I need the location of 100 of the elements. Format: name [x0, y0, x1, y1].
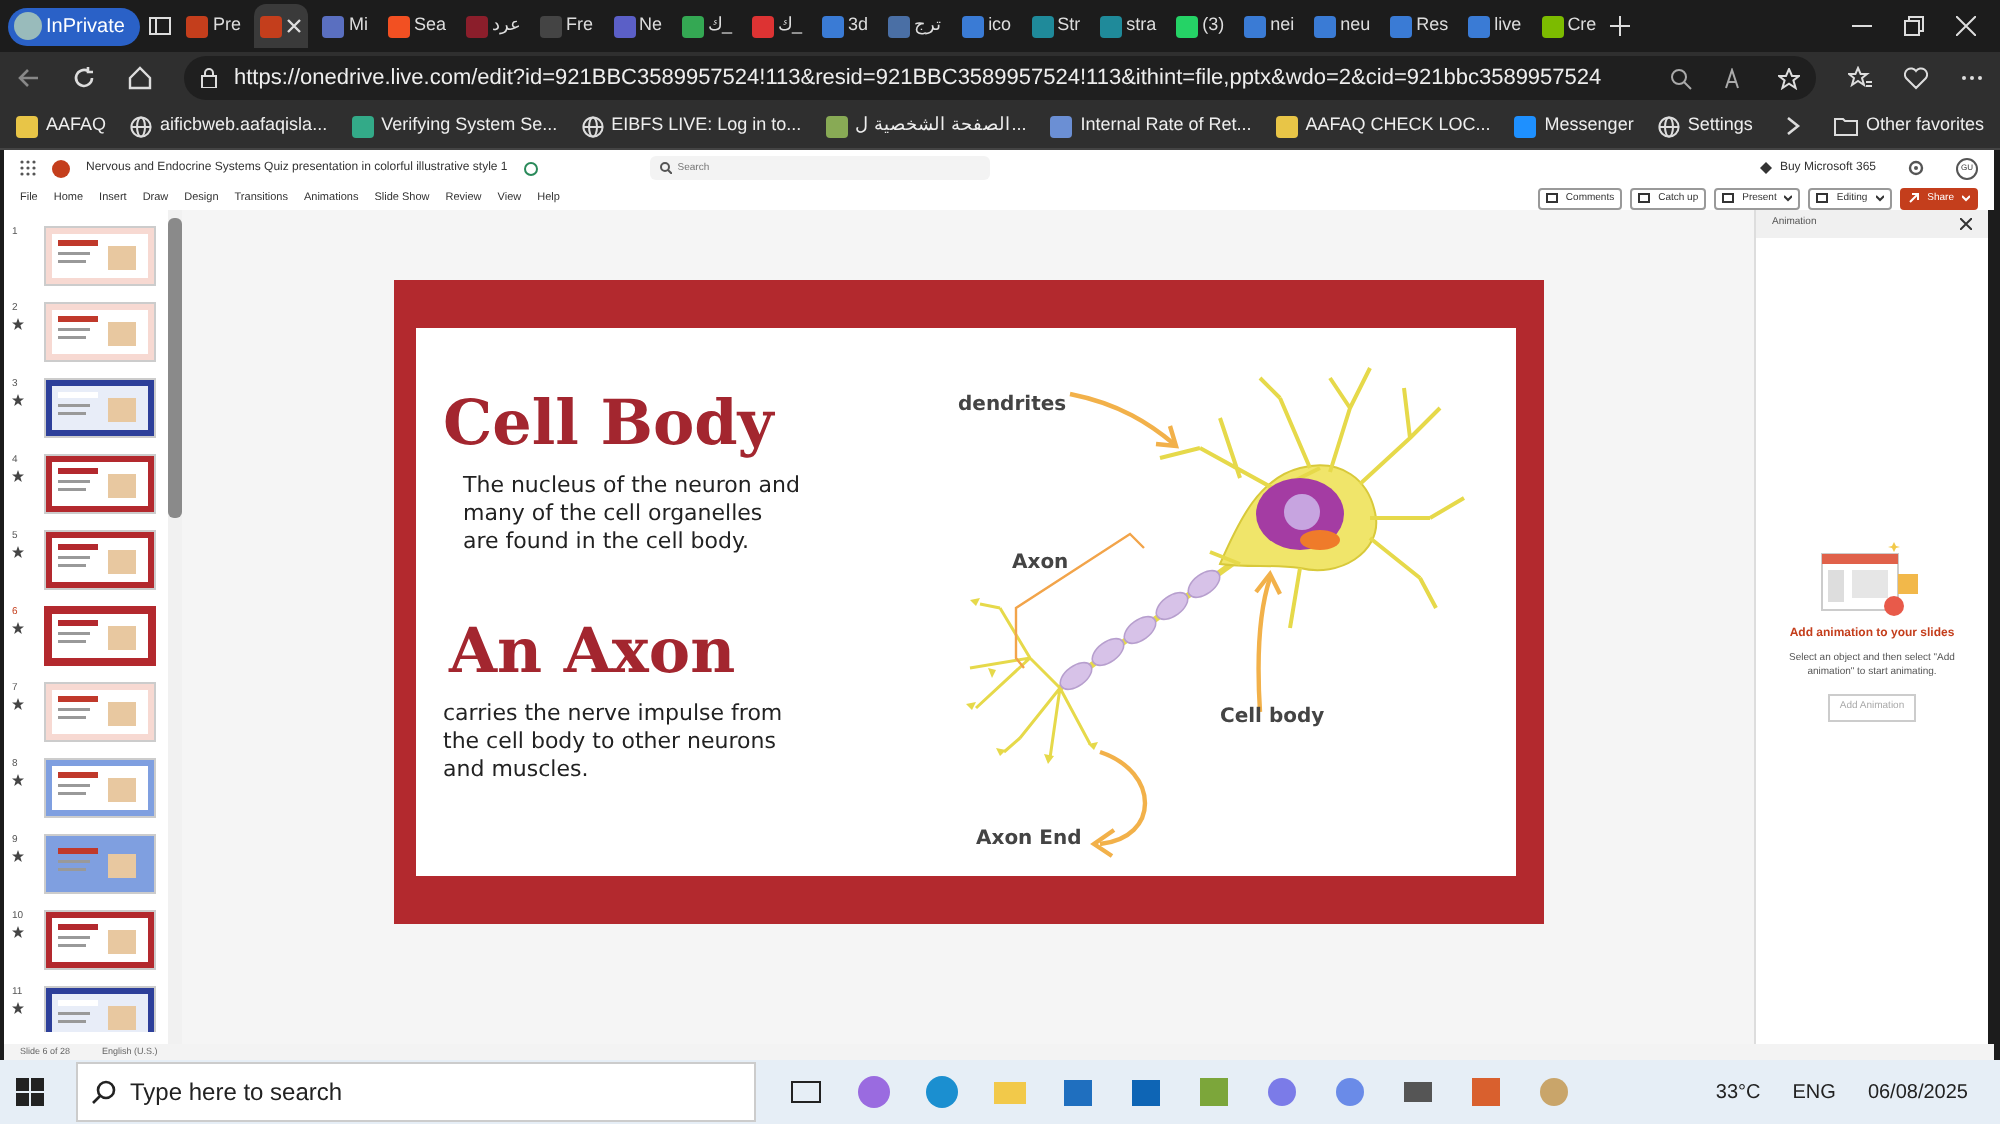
favorite-link[interactable]: Internal Rate of Ret...: [1050, 112, 1252, 140]
settings-icon[interactable]: [1908, 160, 1924, 176]
input-language[interactable]: ENG: [1792, 1077, 1836, 1107]
favicon-icon: [1100, 15, 1123, 37]
diagram-label: Axon End: [975, 827, 1081, 849]
favicon-icon: [1050, 115, 1073, 137]
pointer-arrow: [1089, 748, 1146, 857]
share-icon: [1907, 192, 1920, 204]
favicon-icon: [540, 15, 562, 37]
browser-tab[interactable]: Pre: [180, 4, 247, 48]
browser-tab[interactable]: ترج: [882, 4, 949, 48]
favorites-icon[interactable]: [1848, 66, 1872, 90]
search-icon: [659, 162, 672, 174]
favicon-icon: [613, 15, 635, 37]
favicon-icon: [1031, 15, 1054, 37]
diamond-icon: [1759, 162, 1772, 174]
profile-button[interactable]: InPrivate: [8, 7, 141, 45]
back-icon[interactable]: [16, 66, 40, 90]
taskbar-search-field[interactable]: Type here to search: [76, 1062, 756, 1122]
browser-tab[interactable]: 3d: [816, 4, 875, 48]
app-icon[interactable]: [1468, 1074, 1504, 1110]
favorite-link[interactable]: Settings: [1657, 112, 1753, 140]
favicon-icon: [1468, 15, 1491, 37]
favicon-icon: [825, 115, 848, 137]
browser-tab[interactable]: Res: [1384, 4, 1455, 48]
caret-icon: [1962, 194, 1970, 202]
favicon-icon: [16, 115, 38, 137]
favorite-link[interactable]: AAFAQ: [16, 112, 107, 140]
chevron-right-icon[interactable]: [1785, 116, 1802, 136]
bracket-line: [1013, 531, 1144, 668]
slide-thumbnail[interactable]: [44, 606, 156, 666]
scrollbar-thumb[interactable]: [168, 218, 182, 518]
favicon-icon: [322, 15, 345, 37]
favicon-icon: [888, 15, 911, 37]
favicon-icon: [962, 15, 985, 37]
slide-paragraph: The nucleus of the neuron and many of the cell organelles are found in the cell body.: [463, 471, 803, 555]
browser-tab[interactable]: Mi: [316, 4, 374, 48]
favorite-link[interactable]: الصفحة الشخصية ل...: [825, 112, 1027, 140]
favicon-icon: [682, 15, 705, 37]
favicon-icon: [1275, 115, 1298, 137]
clock-date[interactable]: 06/08/2025: [1867, 1077, 1968, 1107]
browser-tab[interactable]: ك_: [676, 4, 739, 48]
zoom-icon[interactable]: [1670, 67, 1692, 89]
globe-icon: [130, 115, 153, 137]
toolbar-icon: [1722, 192, 1735, 204]
browser-tab[interactable]: live: [1462, 4, 1528, 48]
favicon-icon: [752, 15, 775, 37]
app-icon[interactable]: [1264, 1074, 1300, 1110]
browser-tab[interactable]: stra: [1094, 4, 1163, 48]
app-launcher-icon[interactable]: [20, 160, 36, 176]
new-tab-icon[interactable]: [1610, 16, 1631, 36]
favicon-icon: [1314, 15, 1337, 37]
windows-logo-icon[interactable]: [16, 1078, 44, 1106]
home-icon[interactable]: [128, 66, 152, 90]
diagram-label: Axon: [1011, 551, 1068, 573]
slide-paragraph: carries the nerve impulse from the cell body to other neurons and muscles.: [443, 699, 785, 783]
favorite-link[interactable]: AAFAQ CHECK LOC...: [1275, 112, 1491, 140]
browser-tab[interactable]: neu: [1308, 4, 1377, 48]
caret-icon: [1875, 194, 1884, 202]
slide-heading: Cell Body: [443, 387, 777, 459]
toolbar-icon: [1545, 192, 1558, 204]
pointer-arrow: [1068, 390, 1179, 448]
globe-icon: [1657, 115, 1680, 137]
favorite-link[interactable]: Messenger: [1514, 112, 1634, 140]
lock-icon: [200, 68, 218, 88]
app-icon[interactable]: [1332, 1074, 1368, 1110]
diagram-label: dendrites: [957, 393, 1066, 415]
favicon-icon: [351, 115, 374, 137]
favicon-icon: [387, 15, 410, 37]
refresh-icon[interactable]: [72, 66, 96, 90]
browser-tab[interactable]: [254, 4, 309, 48]
browser-tab[interactable]: Ne: [607, 4, 669, 48]
favicon-icon: [1176, 15, 1199, 37]
weather-reading[interactable]: 33°C: [1715, 1077, 1761, 1107]
toolbar-icon: [1638, 192, 1651, 204]
address-field[interactable]: https://onedrive.live.com/edit?id=921BBC3589957524!113&resid=921BBC3589957524!113&ithint=file,pptx&wdo=2&cid=921bbc3589957524: [184, 56, 1816, 100]
globe-icon: [581, 115, 604, 137]
browser-tab[interactable]: nei: [1238, 4, 1301, 48]
browser-tab[interactable]: Str: [1025, 4, 1087, 48]
browser-tab[interactable]: ico: [956, 4, 1018, 48]
star-icon[interactable]: [1778, 67, 1800, 89]
restore-icon[interactable]: [1904, 16, 1924, 36]
avatar-icon: [14, 12, 42, 40]
favicon-icon: [1514, 115, 1537, 137]
favorite-link[interactable]: aificbweb.aafaqisla...: [130, 112, 328, 140]
browser-tab[interactable]: Fre: [534, 4, 599, 48]
favicon-icon: [186, 15, 209, 37]
favorite-link[interactable]: Verifying System Se...: [351, 112, 558, 140]
browser-tab[interactable]: Cre: [1535, 4, 1603, 48]
browser-tab[interactable]: Sea: [381, 4, 452, 48]
favicon-icon: [466, 15, 488, 37]
favicon-icon: [1244, 15, 1267, 37]
favorite-link[interactable]: EIBFS LIVE: Log in to...: [581, 112, 802, 140]
browser-tab[interactable]: عرد: [460, 4, 526, 48]
toolbar-icon: [1816, 192, 1829, 204]
browser-tab[interactable]: ك_: [746, 4, 809, 48]
favorite-link[interactable]: Other favorites: [1833, 112, 1984, 140]
favicon-icon: [1541, 15, 1564, 37]
browser-tab[interactable]: (3): [1170, 4, 1231, 48]
close-icon[interactable]: [1960, 218, 1972, 230]
